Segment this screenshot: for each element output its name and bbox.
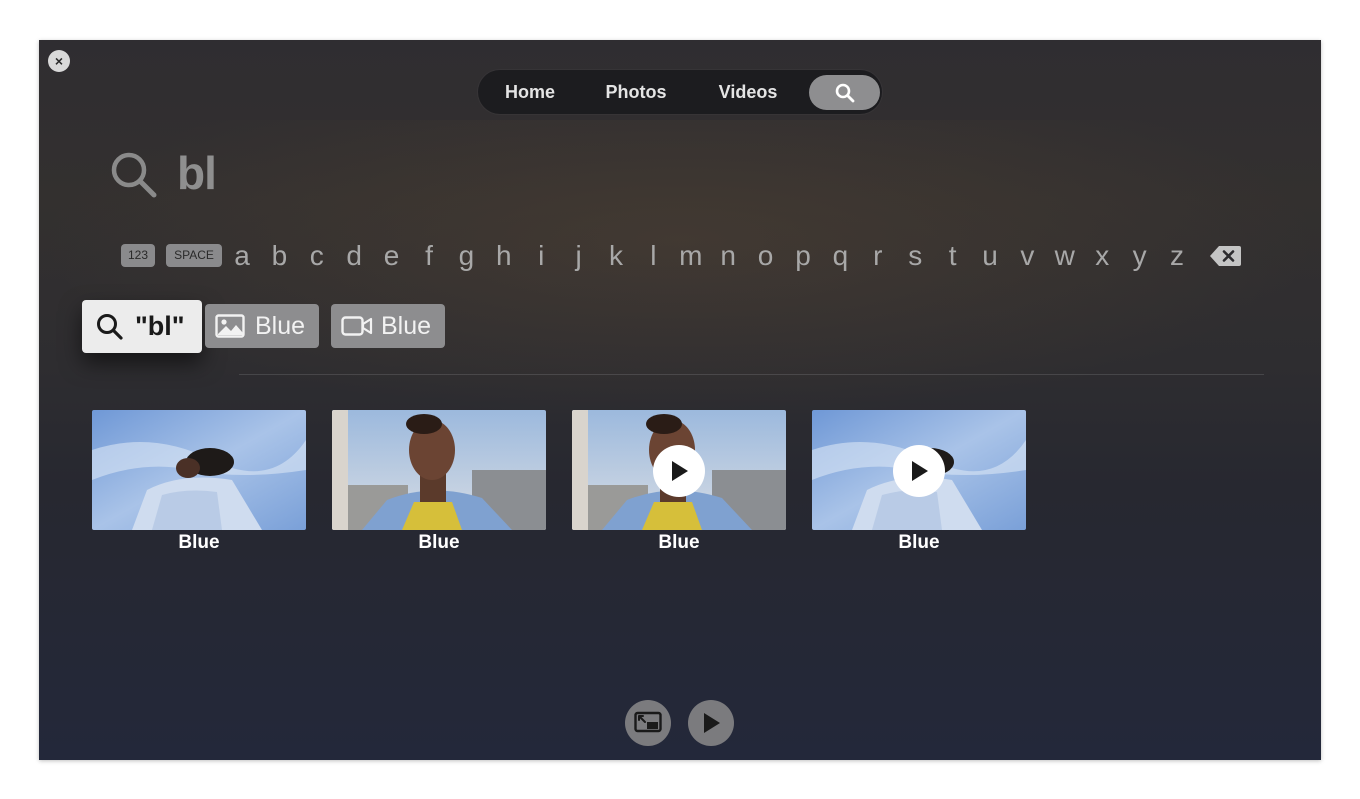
suggestion-videos-button[interactable]: Blue [331, 304, 445, 348]
letter-key-h[interactable]: h [489, 238, 519, 274]
video-camera-icon [341, 316, 373, 336]
suggestion-videos-label: Blue [381, 311, 432, 340]
letter-key-n[interactable]: n [713, 238, 743, 274]
letter-key-w[interactable]: w [1050, 238, 1080, 274]
space-key[interactable]: SPACE [166, 244, 222, 267]
play-icon [653, 445, 705, 497]
photo-thumbnail-image [332, 410, 546, 530]
letter-key-s[interactable]: s [900, 238, 930, 274]
result-thumbnail[interactable] [572, 410, 786, 530]
suggestion-query-label: "bl" [135, 311, 185, 341]
close-icon: × [54, 53, 64, 69]
photo-icon [215, 314, 245, 338]
letter-key-z[interactable]: z [1162, 238, 1192, 274]
letter-key-f[interactable]: f [414, 238, 444, 274]
letter-key-y[interactable]: y [1125, 238, 1155, 274]
on-screen-keyboard: 123 SPACE abcdefghijklmnopqrstuvwxyz [119, 238, 1249, 274]
letter-key-b[interactable]: b [264, 238, 294, 274]
letter-key-r[interactable]: r [863, 238, 893, 274]
letter-key-i[interactable]: i [526, 238, 556, 274]
tab-search[interactable] [809, 75, 880, 110]
tab-home[interactable]: Home [490, 70, 570, 114]
close-button[interactable]: × [48, 50, 70, 72]
letter-key-q[interactable]: q [825, 238, 855, 274]
letter-key-e[interactable]: e [377, 238, 407, 274]
result-label: Blue [418, 532, 460, 553]
top-nav-bar: Home Photos Videos [478, 70, 882, 114]
result-label: Blue [178, 532, 220, 553]
section-divider [239, 374, 1264, 375]
play-icon [704, 713, 720, 733]
letter-key-j[interactable]: j [564, 238, 594, 274]
suggestion-query-button[interactable]: "bl" [82, 300, 202, 353]
app-window: × Home Photos Videos bl 123 SPACE abcdef… [39, 40, 1321, 760]
letter-key-o[interactable]: o [751, 238, 781, 274]
suggestion-photos-button[interactable]: Blue [205, 304, 319, 348]
play-icon [893, 445, 945, 497]
result-thumbnail[interactable] [812, 410, 1026, 530]
search-icon [111, 152, 157, 198]
search-icon [835, 83, 854, 102]
search-query-text[interactable]: bl [177, 146, 217, 200]
search-icon [97, 313, 123, 340]
letter-key-u[interactable]: u [975, 238, 1005, 274]
result-label: Blue [898, 532, 940, 553]
letter-key-v[interactable]: v [1012, 238, 1042, 274]
letter-key-m[interactable]: m [676, 238, 706, 274]
letter-key-l[interactable]: l [638, 238, 668, 274]
letter-key-p[interactable]: p [788, 238, 818, 274]
suggestion-photos-label: Blue [255, 311, 306, 340]
letter-key-c[interactable]: c [302, 238, 332, 274]
picture-in-picture-button[interactable] [625, 700, 671, 746]
tab-photos[interactable]: Photos [591, 70, 681, 114]
result-thumbnail[interactable] [332, 410, 546, 530]
letter-key-t[interactable]: t [938, 238, 968, 274]
result-label: Blue [658, 532, 700, 553]
tab-videos[interactable]: Videos [703, 70, 793, 114]
photo-thumbnail-image [92, 410, 306, 530]
numbers-key[interactable]: 123 [121, 244, 155, 267]
result-thumbnail[interactable] [92, 410, 306, 530]
letter-key-d[interactable]: d [339, 238, 369, 274]
picture-in-picture-icon [634, 711, 662, 733]
play-button[interactable] [688, 700, 734, 746]
backspace-icon[interactable] [1209, 245, 1241, 267]
letter-key-k[interactable]: k [601, 238, 631, 274]
letter-key-g[interactable]: g [451, 238, 481, 274]
letter-key-a[interactable]: a [227, 238, 257, 274]
letter-key-x[interactable]: x [1087, 238, 1117, 274]
